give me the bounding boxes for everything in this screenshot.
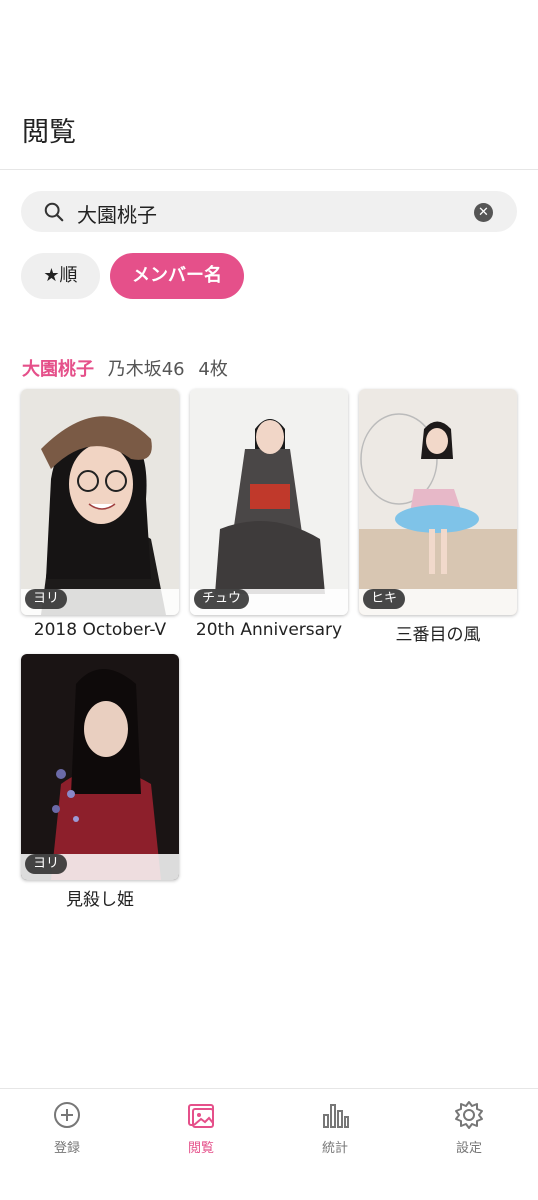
shot-type-badge: ヨリ (25, 589, 68, 609)
card-caption: 2018 October-V (33, 620, 167, 640)
app-header: 閲覧 (0, 0, 538, 170)
member-photo-image (21, 389, 179, 615)
sort-by-stars-chip[interactable]: ★順 (21, 253, 100, 299)
nav-browse-label: 閲覧 (187, 1141, 214, 1156)
card-caption: 見殺し姫 (66, 890, 134, 910)
member-photo-image (190, 389, 348, 615)
photo-card[interactable]: ヒキ 三番目の風 (359, 389, 517, 645)
nav-browse[interactable]: 閲覧 (134, 1099, 268, 1156)
card-caption: 20th Anniversary (195, 620, 343, 640)
search-icon (44, 202, 64, 222)
nav-settings-label: 設定 (455, 1141, 482, 1156)
group-name: 乃木坂46 (107, 359, 185, 380)
photo-thumbnail[interactable]: ヒキ (359, 389, 517, 615)
photo-count: 4枚 (198, 359, 228, 380)
nav-settings[interactable]: 設定 (402, 1099, 536, 1156)
plus-circle-icon (54, 1102, 80, 1128)
member-photo-image (359, 389, 517, 615)
bar-chart-icon (323, 1104, 349, 1128)
member-photo-image (21, 654, 179, 880)
photo-card[interactable]: チュウ 20th Anniversary (190, 389, 348, 640)
nav-register[interactable]: 登録 (0, 1099, 134, 1156)
clear-search-icon[interactable]: ✕ (474, 203, 493, 222)
photo-thumbnail[interactable]: ヨリ (21, 654, 179, 880)
member-group-header: 大園桃子 乃木坂46 4枚 (22, 355, 228, 381)
shot-type-badge: ヒキ (363, 589, 406, 609)
bottom-navigation: 登録 閲覧 統計 設定 (0, 1088, 538, 1200)
member-name: 大園桃子 (22, 359, 94, 380)
card-caption: 三番目の風 (395, 625, 481, 645)
photo-thumbnail[interactable]: チュウ (190, 389, 348, 615)
shot-type-badge: ヨリ (25, 854, 68, 874)
nav-stats-label: 統計 (321, 1141, 348, 1156)
page-title: 閲覧 (22, 117, 76, 148)
nav-stats[interactable]: 統計 (268, 1099, 402, 1156)
sort-by-member-chip[interactable]: メンバー名 (110, 253, 244, 299)
search-bar[interactable]: 大園桃子 ✕ (21, 191, 517, 232)
search-input[interactable]: 大園桃子 (77, 199, 157, 228)
photos-icon (188, 1104, 214, 1128)
shot-type-badge: チュウ (194, 589, 250, 609)
photo-card[interactable]: ヨリ 2018 October-V (21, 389, 179, 640)
nav-register-label: 登録 (53, 1141, 80, 1156)
gear-icon (455, 1101, 483, 1129)
photo-thumbnail[interactable]: ヨリ (21, 389, 179, 615)
photo-card[interactable]: ヨリ 見殺し姫 (21, 654, 179, 910)
